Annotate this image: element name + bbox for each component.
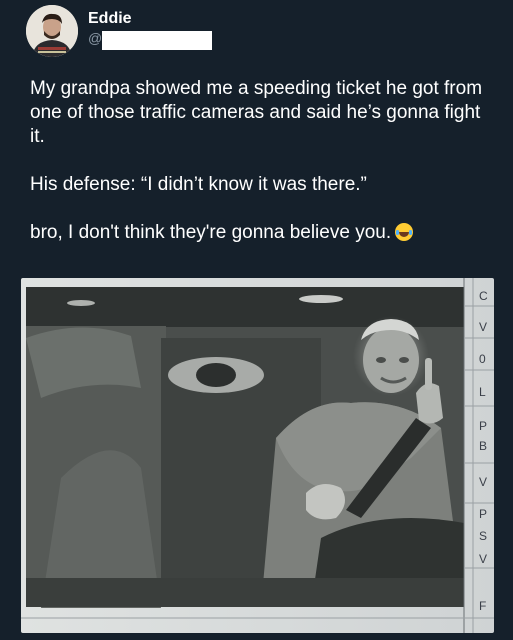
form-letter: P	[479, 507, 487, 521]
form-letter: P	[479, 419, 487, 433]
traffic-camera-photo: C V 0 L P B V P S V F	[21, 278, 494, 633]
form-letter: S	[479, 529, 487, 543]
tweet-photo[interactable]: C V 0 L P B V P S V F	[21, 278, 494, 633]
form-letter: V	[479, 552, 487, 566]
handle-redaction	[102, 31, 212, 50]
form-letter: 0	[479, 352, 486, 366]
form-letter: C	[479, 289, 488, 303]
tweet-paragraph: My grandpa showed me a speeding ticket h…	[30, 78, 488, 147]
form-letter: B	[479, 439, 487, 453]
tweet-paragraph-text: bro, I don't think they're gonna believe…	[30, 222, 392, 243]
tweet-paragraph: His defense: “I didn’t know it was there…	[30, 174, 367, 195]
tweet-text: My grandpa showed me a speeding ticket h…	[30, 77, 500, 245]
form-letter: V	[479, 475, 487, 489]
avatar[interactable]	[26, 5, 78, 57]
display-name[interactable]: Eddie	[88, 10, 132, 28]
tweet-paragraph: bro, I don't think they're gonna believe…	[30, 221, 500, 245]
form-letter: F	[479, 599, 486, 613]
laughing-emoji-icon	[395, 223, 414, 241]
form-letter: L	[479, 385, 486, 399]
avatar-image	[26, 5, 78, 57]
form-letter: V	[479, 320, 487, 334]
